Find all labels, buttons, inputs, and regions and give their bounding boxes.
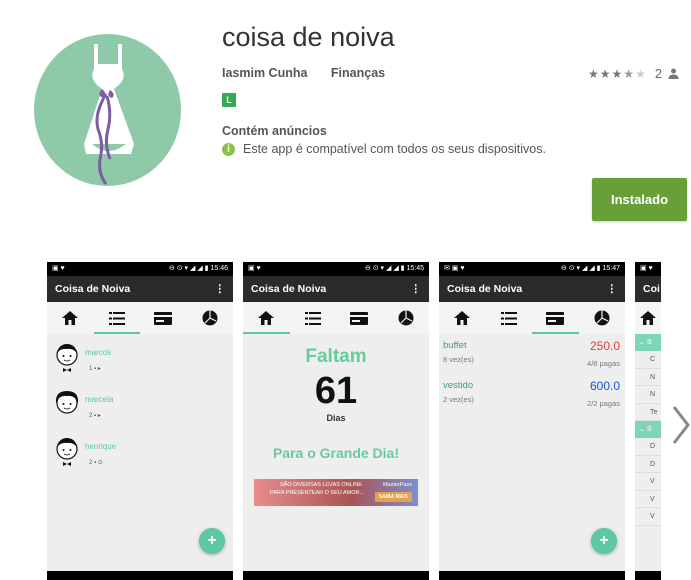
pie-chart-icon (187, 302, 234, 334)
tab-bar (439, 302, 625, 334)
contact-name: henrique (85, 442, 117, 451)
list-item: V (635, 473, 661, 491)
expense-paid: 2/2 pagas (587, 399, 620, 408)
screenshot-partial[interactable]: ▣ ♥ Coi ⌄ S C N N Te ⌄ S D D V V V (635, 262, 661, 580)
expense-amount: 600.0 (589, 379, 620, 393)
list-item: D (635, 456, 661, 473)
status-bar: ✉ ▣ ♥ ⊖ ⊙ ▾ ◢ ◢ ▮ 15:47 (439, 262, 625, 276)
person-icon (668, 68, 679, 79)
status-bar: ▣ ♥ ⊖ ⊙ ▾ ◢ ◢ ▮ 15:46 (47, 262, 233, 276)
home-icon (47, 302, 94, 334)
rating-stars: ★★★★★ (588, 66, 647, 81)
ad-brand: MasterPass (382, 482, 412, 488)
list-item: N (635, 369, 661, 386)
list-item: Te (635, 404, 661, 421)
home-icon (243, 302, 290, 334)
chevron-right-icon[interactable] (670, 403, 691, 447)
contact-count: 1 ▪ ▸ (89, 366, 101, 372)
app-bar: Coisa de Noiva ⋮ (47, 276, 233, 302)
expense-amount: 250.0 (589, 339, 620, 353)
info-icon: i (222, 142, 235, 156)
list-icon (290, 302, 337, 334)
ad-cta-button[interactable]: SAIBA MAIS (374, 492, 412, 502)
days-count: 61 (314, 370, 358, 412)
expense-row[interactable]: buffet 250.0 8 vez(es) 4/8 pagas (439, 334, 625, 374)
nav-bar (635, 571, 661, 580)
expense-paid: 4/8 pagas (587, 359, 620, 368)
ads-label: Contém anúncios (222, 124, 327, 138)
expense-row[interactable]: vestido 600.0 2 vez(es) 2/2 pagas (439, 374, 625, 414)
rating: ★★★★★ 2 (588, 66, 679, 81)
list-item: N (635, 386, 661, 404)
pie-chart-icon (579, 302, 626, 334)
tab-bar (243, 302, 429, 334)
card-icon (140, 302, 187, 334)
contact-count: 2 ▪ ▸ (89, 413, 101, 419)
nav-bar (439, 571, 625, 580)
list-item: C (635, 351, 661, 369)
screenshot-expenses[interactable]: ✉ ▣ ♥ ⊖ ⊙ ▾ ◢ ◢ ▮ 15:47 Coisa de Noiva ⋮ … (439, 262, 625, 580)
install-button[interactable]: Instalado (592, 178, 687, 221)
contact-count: 2 ▪ ⊙ (89, 460, 103, 466)
list-item[interactable]: marcos 1 ▪ ▸ (47, 334, 233, 381)
list-item: V (635, 508, 661, 526)
compat-text: Este app é compatível com todos os seus … (243, 142, 546, 156)
grande-dia-label: Para o Grande Dia! (272, 445, 400, 461)
groom-avatar-icon (56, 437, 78, 466)
app-title: coisa de noiva (222, 22, 395, 52)
list-item: V (635, 491, 661, 508)
card-icon (336, 302, 383, 334)
app-store-page: coisa de noiva Iasmim Cunha Finanças ★★★… (0, 0, 691, 580)
partial-list: ⌄ S C N N Te ⌄ S D D V V V (635, 334, 661, 526)
screenshot-countdown[interactable]: ▣ ♥ ⊖ ⊙ ▾ ◢ ◢ ▮ 15:45 Coisa de Noiva ⋮ Fa… (243, 262, 429, 580)
tab-bar (47, 302, 233, 334)
faltam-label: Faltam (305, 346, 367, 367)
app-bar: Coisa de Noiva ⋮ (439, 276, 625, 302)
home-icon (635, 302, 661, 334)
tab-bar (635, 302, 661, 334)
screenshot-contacts[interactable]: ▣ ♥ ⊖ ⊙ ▾ ◢ ◢ ▮ 15:46 Coisa de Noiva ⋮ m… (47, 262, 233, 580)
list-item: D (635, 438, 661, 456)
nav-bar (47, 571, 233, 580)
groom-avatar-icon (56, 343, 78, 372)
list-item[interactable]: marcela 2 ▪ ▸ (47, 381, 233, 428)
status-bar: ▣ ♥ (635, 262, 661, 276)
card-icon (532, 302, 579, 334)
add-button[interactable]: + (591, 528, 617, 554)
contact-name: marcos (85, 348, 112, 357)
category-link[interactable]: Finanças (331, 66, 385, 80)
compat-row: i Este app é compatível com todos os seu… (222, 142, 546, 156)
list-icon (486, 302, 533, 334)
rating-count: 2 (654, 66, 663, 81)
content-rating-badge: L (222, 93, 236, 107)
status-bar: ▣ ♥ ⊖ ⊙ ▾ ◢ ◢ ▮ 15:45 (243, 262, 429, 276)
app-bar: Coi (635, 276, 661, 302)
developer-link[interactable]: Iasmim Cunha (222, 66, 307, 80)
contact-name: marcela (85, 395, 114, 404)
home-icon (439, 302, 486, 334)
bride-avatar-icon (55, 390, 79, 414)
days-label: Dias (326, 413, 346, 423)
pie-chart-icon (383, 302, 430, 334)
ad-banner[interactable]: SÃO DIVERSAS LOJAS ONLINE PARA PRESENTEA… (254, 479, 418, 506)
add-button[interactable]: + (199, 528, 225, 554)
list-item[interactable]: henrique 2 ▪ ⊙ (47, 428, 233, 475)
section-header: ⌄ S (635, 334, 661, 351)
nav-bar (243, 571, 429, 580)
list-icon (93, 302, 141, 334)
app-icon (34, 34, 181, 186)
app-meta: Iasmim Cunha Finanças (222, 66, 405, 80)
section-header: ⌄ S (635, 421, 661, 438)
app-bar: Coisa de Noiva ⋮ (243, 276, 429, 302)
